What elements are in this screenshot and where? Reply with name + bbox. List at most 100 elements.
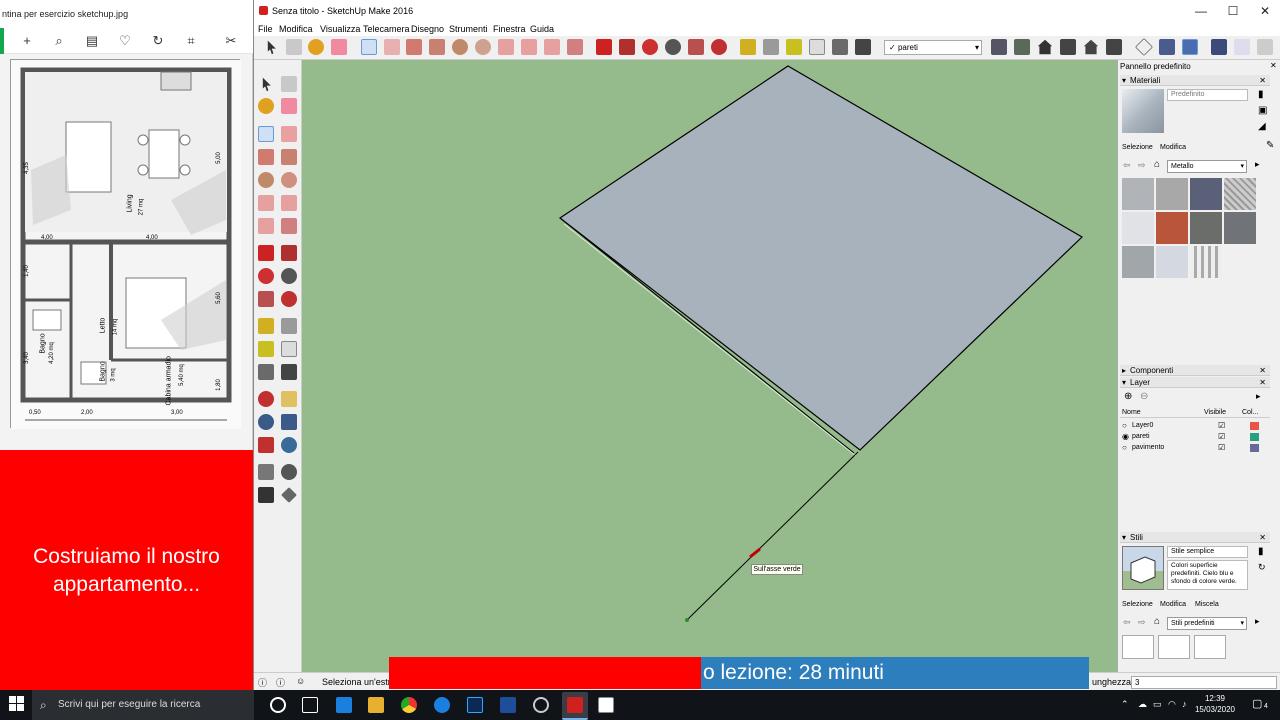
menu-visualizza[interactable]: Visualizza [320, 22, 360, 36]
tray-close-icon[interactable]: ✕ [1270, 61, 1277, 70]
paint-icon[interactable] [258, 98, 274, 114]
right-view-icon[interactable] [1106, 39, 1122, 55]
axes-icon[interactable] [258, 364, 274, 380]
circle-icon[interactable] [258, 172, 274, 188]
rectangle-icon[interactable] [258, 149, 274, 165]
section-plane-icon[interactable] [281, 487, 297, 503]
top-view-icon[interactable] [1060, 39, 1076, 55]
checkbox-icon[interactable]: ☑ [1218, 442, 1225, 453]
taskbar-search[interactable]: ⌕ Scrivi qui per eseguire la ricerca [32, 690, 254, 720]
polygon-tool-icon[interactable] [475, 39, 491, 55]
materials-close-icon[interactable]: ✕ [1259, 75, 1266, 86]
edge-icon[interactable] [336, 697, 352, 713]
materials-tab-edit[interactable]: Modifica [1160, 144, 1186, 151]
layer-color-swatch[interactable] [1250, 433, 1259, 441]
iso-view-icon[interactable] [1037, 39, 1053, 55]
material-swatch[interactable] [1156, 212, 1188, 244]
offset-icon[interactable] [281, 291, 297, 307]
eraser-icon[interactable] [331, 39, 347, 55]
photoshop-icon[interactable] [467, 697, 483, 713]
style-thumb[interactable] [1194, 635, 1226, 659]
menu-finestra[interactable]: Finestra [493, 22, 526, 36]
radio-icon[interactable]: ○ [1122, 442, 1127, 453]
add-layer-icon[interactable]: ⊕ [1124, 391, 1132, 402]
word-icon[interactable] [500, 697, 516, 713]
walk-icon[interactable] [258, 487, 274, 503]
layers-close-icon[interactable]: ✕ [1259, 377, 1266, 388]
cortana-icon[interactable] [270, 697, 286, 713]
obs-icon[interactable] [533, 697, 549, 713]
rotated-rectangle-icon[interactable] [429, 39, 445, 55]
edit-icon[interactable]: ✂ [222, 32, 240, 50]
material-swatch[interactable] [1224, 178, 1256, 210]
styles-header[interactable]: Stili ✕ [1120, 532, 1270, 543]
component-icon[interactable] [281, 76, 297, 92]
default-material-icon[interactable]: ▣ [1258, 105, 1267, 116]
details-arrow-icon[interactable]: ▸ [1255, 159, 1260, 170]
dimension-icon[interactable] [281, 318, 297, 334]
measurements-input[interactable]: 3 [1131, 676, 1277, 689]
follow-me-icon[interactable] [665, 39, 681, 55]
components-header[interactable]: Componenti ✕ [1120, 365, 1270, 376]
material-swatch[interactable] [1190, 178, 1222, 210]
favorite-icon[interactable]: ♡ [116, 32, 134, 50]
tape-icon[interactable] [258, 318, 274, 334]
material-library-select[interactable]: Metallo ▾ [1167, 160, 1247, 173]
push-pull-icon[interactable] [619, 39, 635, 55]
layer-details-icon[interactable]: ▸ [1256, 391, 1261, 402]
arc-tool-icon[interactable] [498, 39, 514, 55]
forward-icon[interactable]: ⇨ [1138, 160, 1146, 171]
notification-icon[interactable]: ▢ [1252, 697, 1262, 710]
erase-icon[interactable] [281, 98, 297, 114]
menu-disegno[interactable]: Disegno [411, 22, 444, 36]
style-thumb[interactable] [1158, 635, 1190, 659]
rot-rectangle-icon[interactable] [281, 149, 297, 165]
rotate-icon[interactable]: ↻ [149, 32, 167, 50]
styles-tab-edit[interactable]: Modifica [1160, 601, 1186, 608]
zoom-extents-icon[interactable] [258, 437, 274, 453]
maximize-button[interactable]: ☐ [1217, 0, 1249, 22]
menu-telecamera[interactable]: Telecamera [363, 22, 410, 36]
select-tool-icon[interactable] [267, 40, 276, 55]
material-swatch[interactable] [1224, 212, 1256, 244]
component-tool-icon[interactable] [286, 39, 302, 55]
move-icon[interactable] [258, 245, 274, 261]
user-icon[interactable]: ☺ [296, 676, 305, 686]
home-icon[interactable]: ⌂ [1154, 159, 1160, 170]
components-close-icon[interactable]: ✕ [1259, 365, 1266, 376]
pie-tool-icon[interactable] [567, 39, 583, 55]
dimension-tool-icon[interactable] [763, 39, 779, 55]
floor-face[interactable] [558, 65, 1083, 451]
chrome-icon[interactable] [401, 697, 417, 713]
battery-icon[interactable]: ▭ [1153, 699, 1162, 710]
rotate-icon[interactable] [258, 268, 274, 284]
add-icon[interactable]: + [18, 32, 36, 50]
polygon-icon[interactable] [281, 172, 297, 188]
line-tool-icon[interactable] [361, 39, 377, 55]
styles-back-icon[interactable]: ⇦ [1123, 617, 1131, 628]
freehand-tool-icon[interactable] [384, 39, 400, 55]
credits-icon[interactable]: ⓘ [276, 676, 285, 689]
radio-selected-icon[interactable]: ◉ [1122, 431, 1129, 442]
three-point-arc-icon[interactable] [544, 39, 560, 55]
look-around-icon[interactable] [281, 464, 297, 480]
edge-legacy-icon[interactable] [434, 697, 450, 713]
position-camera-icon[interactable] [258, 464, 274, 480]
menu-modifica[interactable]: Modifica [279, 22, 313, 36]
drawing-viewport[interactable] [302, 60, 1117, 672]
front-view-icon[interactable] [1083, 39, 1099, 55]
styles-home-icon[interactable]: ⌂ [1154, 616, 1160, 627]
menu-guida[interactable]: Guida [530, 22, 554, 36]
layer-color-swatch[interactable] [1250, 444, 1259, 452]
text-tool-icon[interactable] [809, 39, 825, 55]
styles-tab-mix[interactable]: Miscela [1195, 601, 1219, 608]
material-swatch[interactable] [1122, 178, 1154, 210]
freehand-icon[interactable] [281, 126, 297, 142]
volume-icon[interactable]: ♪ [1182, 699, 1187, 709]
text3d-icon[interactable] [281, 364, 297, 380]
pushpull-icon[interactable] [281, 245, 297, 261]
back-icon[interactable]: ⇦ [1123, 160, 1131, 171]
layer-row[interactable]: ○ pavimento ☑ [1122, 442, 1270, 453]
delete-icon[interactable]: ▤ [83, 32, 101, 50]
pan-icon[interactable] [281, 391, 297, 407]
